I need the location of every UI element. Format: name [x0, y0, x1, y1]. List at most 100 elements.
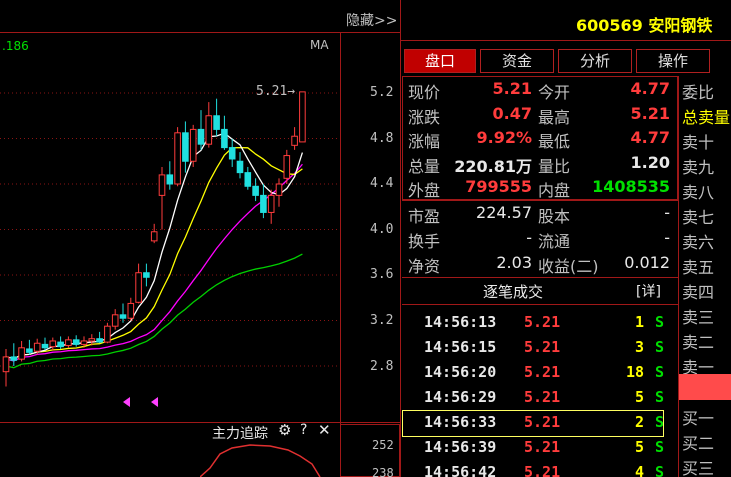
- candle-body: [135, 272, 142, 303]
- quote-label: 涨跌: [408, 107, 441, 127]
- candle: [252, 178, 259, 202]
- settings-gear-icon[interactable]: ⚙: [278, 421, 291, 439]
- fund-label: 净资: [408, 257, 441, 276]
- candle: [267, 189, 275, 224]
- chart-bottom-border: [0, 422, 400, 423]
- orderbook-label: 买三: [682, 459, 715, 477]
- fund-label: 市盈: [408, 207, 441, 226]
- price-tick-label: 2.8: [370, 359, 394, 374]
- trade-row[interactable]: 14:56:20 5.21 18 S: [404, 360, 668, 385]
- candle-body: [244, 172, 252, 187]
- quote-row: 现价 5.21 今开 4.77: [404, 77, 676, 102]
- candle-body: [127, 302, 135, 319]
- candle-body: [119, 314, 127, 319]
- trade-side: S: [654, 463, 664, 477]
- trade-side: S: [654, 363, 664, 381]
- orderbook-label: 卖六: [682, 233, 715, 252]
- help-icon[interactable]: ?: [300, 422, 307, 438]
- stock-code: 600569: [576, 16, 643, 35]
- quote-value: 220.81万: [454, 156, 532, 176]
- trade-price: 5.21: [524, 338, 561, 356]
- trades-top-border: [402, 277, 678, 278]
- stock-title: 600569 安阳钢铁: [576, 12, 712, 36]
- trades-detail-link[interactable]: [详]: [636, 281, 661, 301]
- candle: [65, 336, 72, 348]
- trades-title: 逐笔成交: [483, 283, 544, 301]
- price-highlight-bar: [679, 374, 731, 400]
- trade-price: 5.21: [524, 363, 561, 381]
- quote-row: 涨幅 9.92% 最低 4.77: [404, 126, 676, 151]
- trade-volume: 3: [634, 338, 644, 356]
- quote-label2: 量比: [538, 156, 571, 176]
- subchart-tick: 252: [372, 438, 394, 452]
- orderbook-label: 卖八: [682, 183, 715, 202]
- candle: [174, 127, 181, 187]
- candle: [49, 337, 57, 351]
- quote-value: 9.92%: [476, 128, 532, 147]
- price-tick-label: 3.2: [370, 313, 394, 328]
- candle-body: [275, 183, 283, 196]
- selected-trade-highlight: [402, 410, 664, 437]
- candle-body: [18, 347, 25, 360]
- price-marker: 5.21→: [256, 84, 296, 99]
- candle-body: [197, 128, 205, 145]
- candle-body: [10, 356, 18, 361]
- candle: [143, 263, 150, 287]
- quote-label2: 今开: [538, 83, 571, 102]
- candle-body: [65, 339, 72, 347]
- candle: [275, 178, 283, 207]
- candle-body: [49, 340, 57, 348]
- tab-analysis[interactable]: 分析: [558, 49, 632, 73]
- candle: [127, 297, 135, 321]
- quote-value2: 1408535: [592, 177, 670, 196]
- candle: [205, 102, 213, 148]
- trade-row[interactable]: 14:56:13 5.21 1 S: [404, 310, 668, 335]
- trade-volume: 5: [634, 388, 644, 406]
- candle-body: [299, 91, 306, 143]
- candle: [299, 91, 306, 143]
- quote-label: 总量: [408, 156, 441, 176]
- tab-funds[interactable]: 资金: [480, 49, 554, 73]
- orderbook-label: 卖七: [682, 208, 715, 227]
- candle-body: [143, 272, 150, 278]
- candle: [213, 98, 220, 137]
- candle: [104, 322, 111, 344]
- candle: [72, 335, 80, 347]
- fund-value: 224.57: [476, 203, 532, 222]
- trade-row[interactable]: 14:56:15 5.21 3 S: [404, 335, 668, 360]
- orderbook-label: 卖四: [682, 283, 715, 302]
- fund-label: 换手: [408, 232, 441, 251]
- quote-value2: 5.21: [630, 103, 670, 123]
- hide-panel-button[interactable]: 隐藏>>: [346, 10, 397, 30]
- trade-row[interactable]: 14:56:29 5.21 5 S: [404, 385, 668, 410]
- trade-row[interactable]: 14:56:42 5.21 4 S: [404, 460, 668, 477]
- tab-operate[interactable]: 操作: [636, 49, 710, 73]
- panel-divider: [400, 0, 401, 477]
- trade-volume: 4: [634, 463, 644, 477]
- candle-body: [96, 338, 103, 343]
- trade-side: S: [654, 438, 664, 456]
- candle-body: [236, 160, 244, 174]
- quote-label: 外盘: [408, 181, 441, 200]
- fund-value: 2.03: [496, 253, 532, 272]
- candle: [135, 263, 142, 304]
- tab-pankou[interactable]: 盘口: [404, 49, 476, 73]
- candle: [158, 166, 166, 230]
- quote-label2: 内盘: [538, 181, 571, 200]
- close-icon[interactable]: ✕: [318, 421, 331, 439]
- candle: [244, 166, 252, 190]
- candle: [221, 115, 228, 150]
- price-tick-label: 4.8: [370, 131, 394, 146]
- price-tick-label: 3.6: [370, 267, 394, 282]
- trade-side: S: [654, 313, 664, 331]
- trade-row[interactable]: 14:56:39 5.21 5 S: [404, 435, 668, 460]
- price-tick-label: 4.4: [370, 176, 394, 191]
- candle-body: [111, 314, 119, 327]
- candle: [10, 343, 18, 366]
- candle: [260, 184, 267, 219]
- orderbook-label: 卖三: [682, 308, 715, 327]
- fundamental-row: 市盈 224.57 股本 -: [404, 201, 676, 226]
- candle: [197, 110, 205, 150]
- candle: [26, 339, 33, 355]
- fund-value: -: [526, 228, 532, 247]
